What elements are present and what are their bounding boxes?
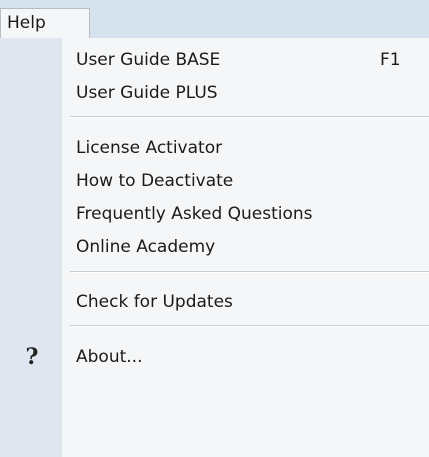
menu-separator — [70, 325, 429, 327]
question-icon: ? — [25, 344, 39, 370]
menu-item-check-for-updates[interactable]: Check for Updates — [0, 286, 429, 319]
menu-item-faq[interactable]: Frequently Asked Questions — [0, 198, 429, 231]
help-dropdown-menu: User Guide BASE F1 User Guide PLUS Licen… — [0, 38, 429, 457]
menu-item-license-activator[interactable]: License Activator — [0, 132, 429, 165]
menu-item-label: License Activator — [76, 138, 223, 158]
menu-bar: Help — [0, 0, 429, 39]
menu-item-how-to-deactivate[interactable]: How to Deactivate — [0, 165, 429, 198]
menu-item-shortcut: F1 — [380, 50, 401, 70]
menu-item-label: How to Deactivate — [76, 171, 234, 191]
menu-item-user-guide-base[interactable]: User Guide BASE F1 — [0, 44, 429, 77]
menu-item-label: Check for Updates — [76, 292, 233, 312]
menu-item-online-academy[interactable]: Online Academy — [0, 231, 429, 264]
menu-item-label: About... — [76, 347, 143, 367]
help-menu-screen: Help User Guide BASE F1 User Guide PLUS … — [0, 0, 429, 457]
menu-separator — [70, 271, 429, 273]
menu-item-about[interactable]: ? About... — [0, 341, 429, 374]
menu-item-label: User Guide BASE — [76, 50, 221, 70]
menu-help[interactable]: Help — [0, 8, 90, 38]
menu-item-label: Online Academy — [76, 237, 216, 257]
menu-item-label: Frequently Asked Questions — [76, 204, 313, 224]
menu-separator — [70, 116, 429, 118]
menu-item-user-guide-plus[interactable]: User Guide PLUS — [0, 77, 429, 110]
menu-item-label: User Guide PLUS — [76, 83, 218, 103]
